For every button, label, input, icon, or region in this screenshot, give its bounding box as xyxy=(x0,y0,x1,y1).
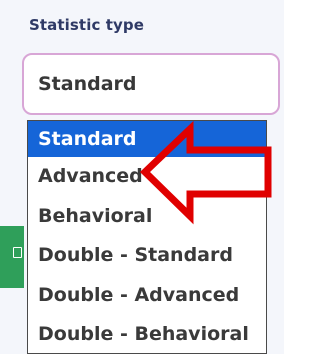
option-double-behavioral[interactable]: Double - Behavioral xyxy=(28,316,266,352)
option-advanced[interactable]: Advanced xyxy=(28,158,266,194)
statistic-type-label: Statistic type xyxy=(29,16,145,34)
statistic-type-panel: Statistic type Standard Standard Advance… xyxy=(0,0,284,354)
selected-value: Standard xyxy=(38,73,137,95)
clipboard-icon xyxy=(13,247,22,258)
statistic-type-select[interactable]: Standard xyxy=(22,53,280,115)
side-action-chip[interactable] xyxy=(0,226,24,288)
option-double-standard[interactable]: Double - Standard xyxy=(28,237,266,273)
statistic-type-dropdown: Standard Advanced Behavioral Double - St… xyxy=(27,120,267,354)
option-double-advanced[interactable]: Double - Advanced xyxy=(28,277,266,313)
option-standard[interactable]: Standard xyxy=(28,121,266,157)
option-behavioral[interactable]: Behavioral xyxy=(28,198,266,234)
